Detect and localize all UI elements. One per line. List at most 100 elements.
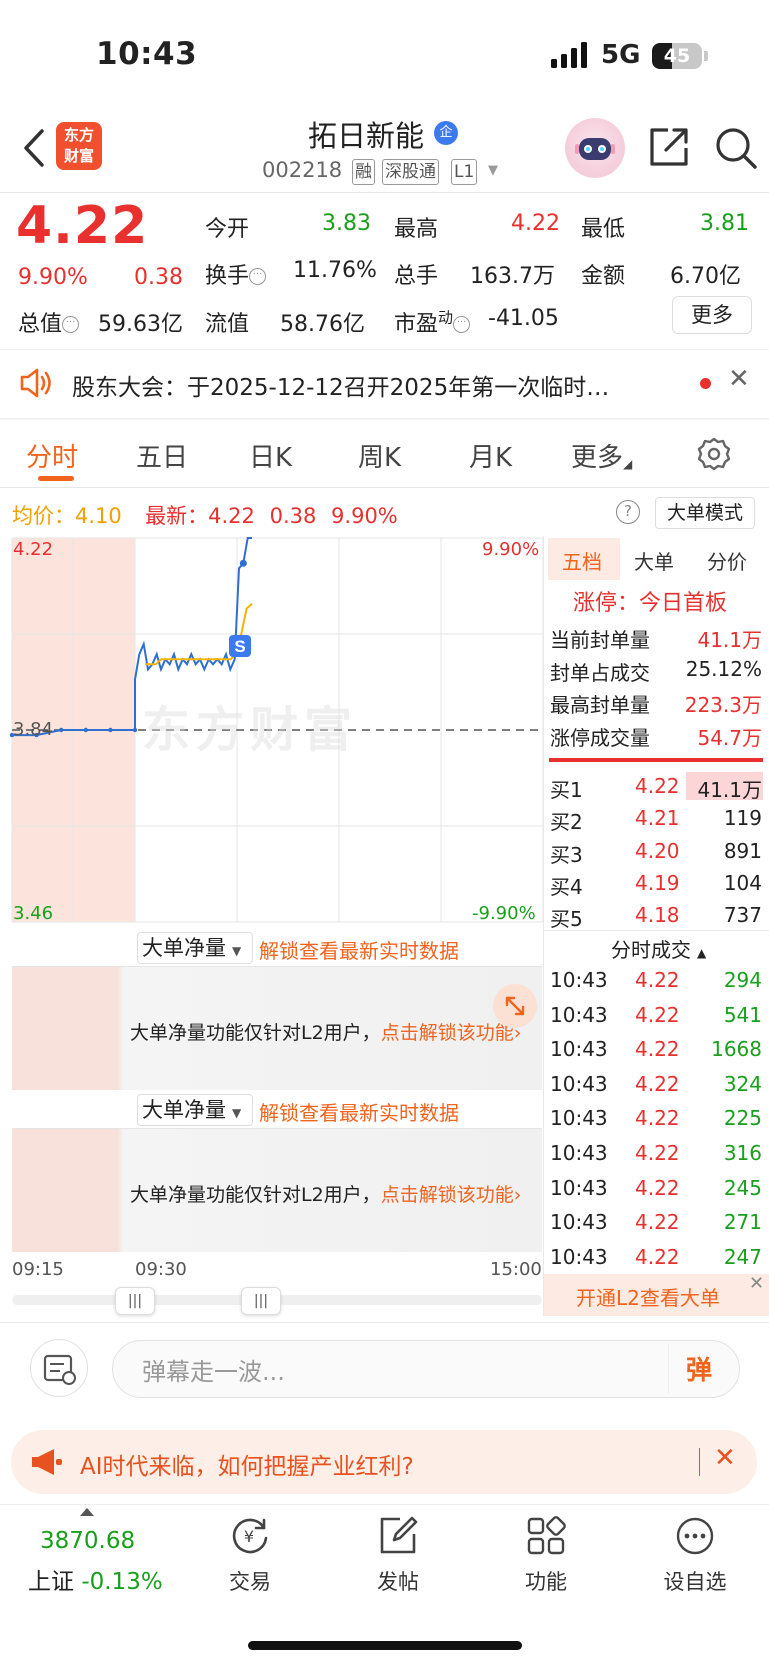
- nav-functions-label: 功能: [525, 1570, 567, 1594]
- current-price: 4.22: [16, 196, 149, 256]
- large-order-select-label: 大单净量: [142, 936, 226, 960]
- bid-price: 4.20: [635, 838, 680, 863]
- pct-top-label: 9.90%: [482, 539, 540, 560]
- unlock-link-2[interactable]: 点击解锁该功能: [381, 1184, 514, 1206]
- tag-margin: 融: [352, 159, 375, 185]
- limit-stat-label: 最高封单量: [550, 693, 650, 717]
- ai-banner-separator: [699, 1448, 700, 1476]
- trade-time: 10:43: [550, 1175, 608, 1200]
- notice-text[interactable]: 股东大会：于2025-12-12召开2025年第一次临时…: [72, 368, 609, 402]
- limit-up-divider: [549, 758, 763, 762]
- big-order-mode-button[interactable]: 大单模式: [655, 497, 755, 529]
- pre-market-point: [108, 727, 113, 733]
- trade-price: 4.22: [635, 1037, 680, 1062]
- high-value: 4.22: [511, 211, 560, 236]
- trade-volume: 225: [723, 1106, 762, 1131]
- pe-label-text: 市盈: [394, 312, 439, 337]
- volume-value: 163.7万: [470, 264, 555, 289]
- nav-watchlist[interactable]: 设自选: [645, 1514, 745, 1596]
- more-dots-icon: [676, 1517, 714, 1555]
- large-order-select-2[interactable]: 大单净量 ▼: [137, 1094, 253, 1126]
- bid-level-label: 买4: [550, 874, 583, 899]
- tab-big-orders[interactable]: 大单: [634, 546, 674, 575]
- unlock-hint-2[interactable]: 解锁查看最新实时数据: [259, 1097, 459, 1126]
- tags-dropdown-icon[interactable]: ▼: [488, 163, 498, 178]
- help-icon[interactable]: ?: [616, 500, 640, 524]
- tab-weekly-k[interactable]: 周K: [358, 437, 401, 474]
- tab-five-day[interactable]: 五日: [136, 437, 188, 474]
- tab-monthly-k[interactable]: 月K: [469, 437, 512, 474]
- scroll-handle-left[interactable]: |||: [115, 1287, 155, 1315]
- nav-trade[interactable]: ¥ 交易: [200, 1514, 300, 1596]
- trade-time: 10:43: [550, 1106, 608, 1131]
- limit-up-title: 涨停：今日首板: [573, 591, 728, 616]
- trade-volume: 245: [723, 1175, 762, 1200]
- s-marker[interactable]: S: [229, 635, 251, 657]
- signal-icon: [551, 42, 587, 68]
- index-expand-icon[interactable]: [80, 1508, 94, 1516]
- ai-robot-icon[interactable]: [565, 118, 625, 178]
- share-icon[interactable]: [648, 126, 690, 168]
- low-label: 最低: [581, 217, 626, 242]
- index-ticker[interactable]: 上证 -0.13%: [28, 1562, 163, 1596]
- close-icon[interactable]: ✕: [749, 1273, 764, 1294]
- s-marker-text: S: [234, 637, 245, 656]
- settings-icon[interactable]: [697, 437, 731, 471]
- trade-time: 10:43: [550, 1244, 608, 1269]
- trade-time: 10:43: [550, 1141, 608, 1165]
- nav-trade-label: 交易: [229, 1570, 271, 1594]
- index-change: -0.13%: [81, 1569, 163, 1595]
- limit-stat-value: 223.3万: [684, 693, 762, 717]
- turnover-value: 11.76%: [293, 258, 377, 283]
- tab-intraday[interactable]: 分时: [26, 437, 78, 474]
- more-button[interactable]: 更多: [672, 296, 752, 334]
- tab-daily-k[interactable]: 日K: [249, 437, 292, 474]
- trades-title-text: 分时成交: [611, 938, 691, 962]
- l2-only-text-1: 大单净量功能仅针对L2用户，点击解锁该功能›: [130, 1018, 521, 1045]
- search-icon[interactable]: [714, 126, 758, 170]
- tag-level: L1: [451, 159, 478, 185]
- tab-more[interactable]: 更多◢: [571, 437, 632, 474]
- mktcap-info-icon[interactable]: ···: [62, 316, 80, 333]
- stock-code: 002218: [262, 158, 343, 182]
- l2-notice-text: 大单净量功能仅针对L2用户，: [130, 1184, 381, 1206]
- pre-market-point: [83, 727, 89, 733]
- high-label: 最高: [394, 217, 439, 242]
- trade-price: 4.22: [635, 1002, 680, 1027]
- large-order-select-1[interactable]: 大单净量 ▼: [137, 932, 253, 964]
- pe-info-icon[interactable]: ···: [453, 316, 471, 333]
- close-icon[interactable]: ✕: [728, 364, 750, 394]
- trade-price: 4.22: [635, 968, 680, 992]
- trade-time: 10:43: [550, 1002, 608, 1027]
- tab-price-distribution[interactable]: 分价: [707, 546, 747, 575]
- trade-time: 10:43: [550, 1071, 608, 1096]
- avg-label: 均价：: [12, 504, 75, 528]
- active-tab-indicator: [38, 476, 74, 481]
- open-l2-text[interactable]: 开通L2查看大单: [576, 1282, 720, 1311]
- enterprise-badge: 企: [434, 121, 458, 145]
- trades-title[interactable]: 分时成交 ▲: [611, 934, 706, 963]
- back-icon[interactable]: [14, 125, 54, 171]
- unlock-hint-1[interactable]: 解锁查看最新实时数据: [259, 935, 459, 964]
- nav-functions[interactable]: 功能: [496, 1514, 596, 1596]
- nav-post[interactable]: 发帖: [348, 1514, 448, 1596]
- trade-time: 10:43: [550, 968, 608, 992]
- trade-volume: 324: [723, 1071, 762, 1096]
- close-icon[interactable]: ✕: [714, 1443, 736, 1473]
- expand-icon[interactable]: [493, 984, 537, 1028]
- ai-promo-text[interactable]: AI时代来临，如何把握产业红利?: [80, 1447, 414, 1481]
- mktcap-label: 总值 ···: [18, 306, 80, 338]
- turnover-info-icon[interactable]: ···: [249, 268, 267, 285]
- latest-label: 最新：: [145, 504, 209, 528]
- speaker-icon: [20, 368, 51, 398]
- turnover-label-text: 换手: [205, 264, 250, 289]
- pe-superscript: 动: [438, 308, 454, 327]
- comment-settings-button[interactable]: [30, 1339, 88, 1397]
- large-order-select-label: 大单净量: [142, 1098, 226, 1122]
- index-value[interactable]: 3870.68: [40, 1528, 135, 1554]
- trade-volume: 247: [723, 1244, 762, 1269]
- tab-five-levels[interactable]: 五档: [562, 546, 602, 575]
- scroll-handle-right[interactable]: |||: [241, 1287, 281, 1315]
- change-amount: 0.38: [134, 265, 183, 290]
- mktcap-label-text: 总值: [18, 312, 63, 337]
